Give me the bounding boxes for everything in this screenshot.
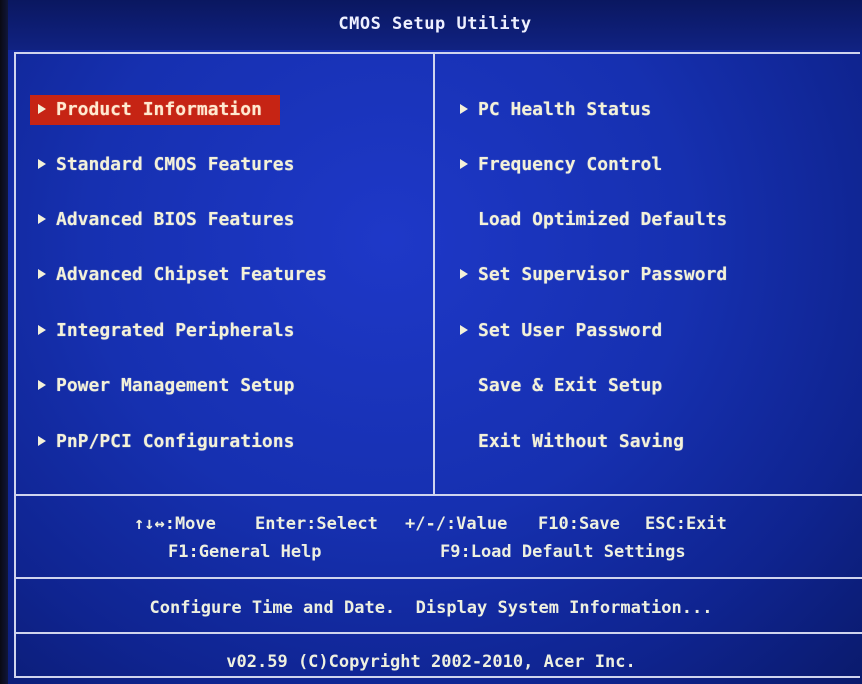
arrow-right-icon — [460, 159, 468, 169]
title-bar: CMOS Setup Utility — [8, 0, 862, 50]
arrow-right-icon — [38, 214, 46, 224]
arrow-right-icon — [38, 269, 46, 279]
copyright-notice: v02.59 (C)Copyright 2002-2010, Acer Inc. — [226, 652, 636, 672]
menu-item-label: Load Optimized Defaults — [478, 209, 728, 230]
help-f10: F10:Save — [538, 514, 620, 534]
menu-item-product-information[interactable]: Product Information — [30, 95, 280, 125]
arrow-right-icon — [460, 104, 468, 114]
menu-item-load-optimized-defaults[interactable]: Load Optimized Defaults — [452, 205, 727, 235]
menu-item-label: Integrated Peripherals — [56, 320, 295, 341]
help-esc: ESC:Exit — [645, 514, 727, 534]
menu-item-label: PC Health Status — [478, 99, 652, 120]
menu-item-label: Set Supervisor Password — [478, 264, 728, 285]
menu-item-label: Product Information — [56, 99, 262, 120]
arrow-right-icon — [38, 325, 46, 335]
menu-item-label: PnP/PCI Configurations — [56, 431, 295, 452]
arrow-right-icon — [460, 325, 468, 335]
help-divider — [14, 494, 862, 496]
menu-item-label: Set User Password — [478, 320, 663, 341]
menu-item-label: Power Management Setup — [56, 375, 295, 396]
arrow-right-icon — [38, 380, 46, 390]
menu-item-frequency-control[interactable]: Frequency Control — [452, 150, 662, 180]
help-f9: F9:Load Default Settings — [440, 542, 686, 562]
help-enter: Enter:Select — [255, 514, 378, 534]
help-value: +/-/:Value — [405, 514, 508, 534]
help-move: ↑↓↔:Move — [134, 514, 216, 534]
menu-item-label: Frequency Control — [478, 154, 663, 175]
main-frame — [14, 52, 860, 678]
menu-item-pnp-pci-configurations[interactable]: PnP/PCI Configurations — [30, 427, 294, 457]
arrow-right-icon — [38, 104, 46, 114]
arrow-right-icon — [38, 436, 46, 446]
menu-item-label: Advanced BIOS Features — [56, 209, 295, 230]
copyright-divider — [14, 632, 862, 634]
arrow-right-icon — [38, 159, 46, 169]
menu-item-label: Save & Exit Setup — [478, 375, 663, 396]
menu-item-integrated-peripherals[interactable]: Integrated Peripherals — [30, 316, 294, 346]
bios-screen: CMOS Setup Utility Product Information S… — [0, 0, 862, 684]
menu-item-label: Exit Without Saving — [478, 431, 684, 452]
menu-item-power-management-setup[interactable]: Power Management Setup — [30, 371, 294, 401]
menu-item-advanced-chipset-features[interactable]: Advanced Chipset Features — [30, 260, 327, 290]
description-divider — [14, 577, 862, 579]
page-title: CMOS Setup Utility — [338, 14, 532, 34]
column-divider — [433, 54, 435, 494]
arrow-right-icon — [460, 269, 468, 279]
menu-item-exit-without-saving[interactable]: Exit Without Saving — [452, 427, 684, 457]
item-description: Configure Time and Date. Display System … — [149, 598, 713, 618]
menu-item-advanced-bios-features[interactable]: Advanced BIOS Features — [30, 205, 294, 235]
help-f1: F1:General Help — [168, 542, 322, 562]
menu-item-label: Standard CMOS Features — [56, 154, 295, 175]
menu-item-set-user-password[interactable]: Set User Password — [452, 316, 662, 346]
menu-item-label: Advanced Chipset Features — [56, 264, 327, 285]
menu-item-save-exit-setup[interactable]: Save & Exit Setup — [452, 371, 662, 401]
menu-item-standard-cmos-features[interactable]: Standard CMOS Features — [30, 150, 294, 180]
menu-item-set-supervisor-password[interactable]: Set Supervisor Password — [452, 260, 727, 290]
menu-item-pc-health-status[interactable]: PC Health Status — [452, 95, 651, 125]
monitor-bezel — [0, 0, 8, 684]
